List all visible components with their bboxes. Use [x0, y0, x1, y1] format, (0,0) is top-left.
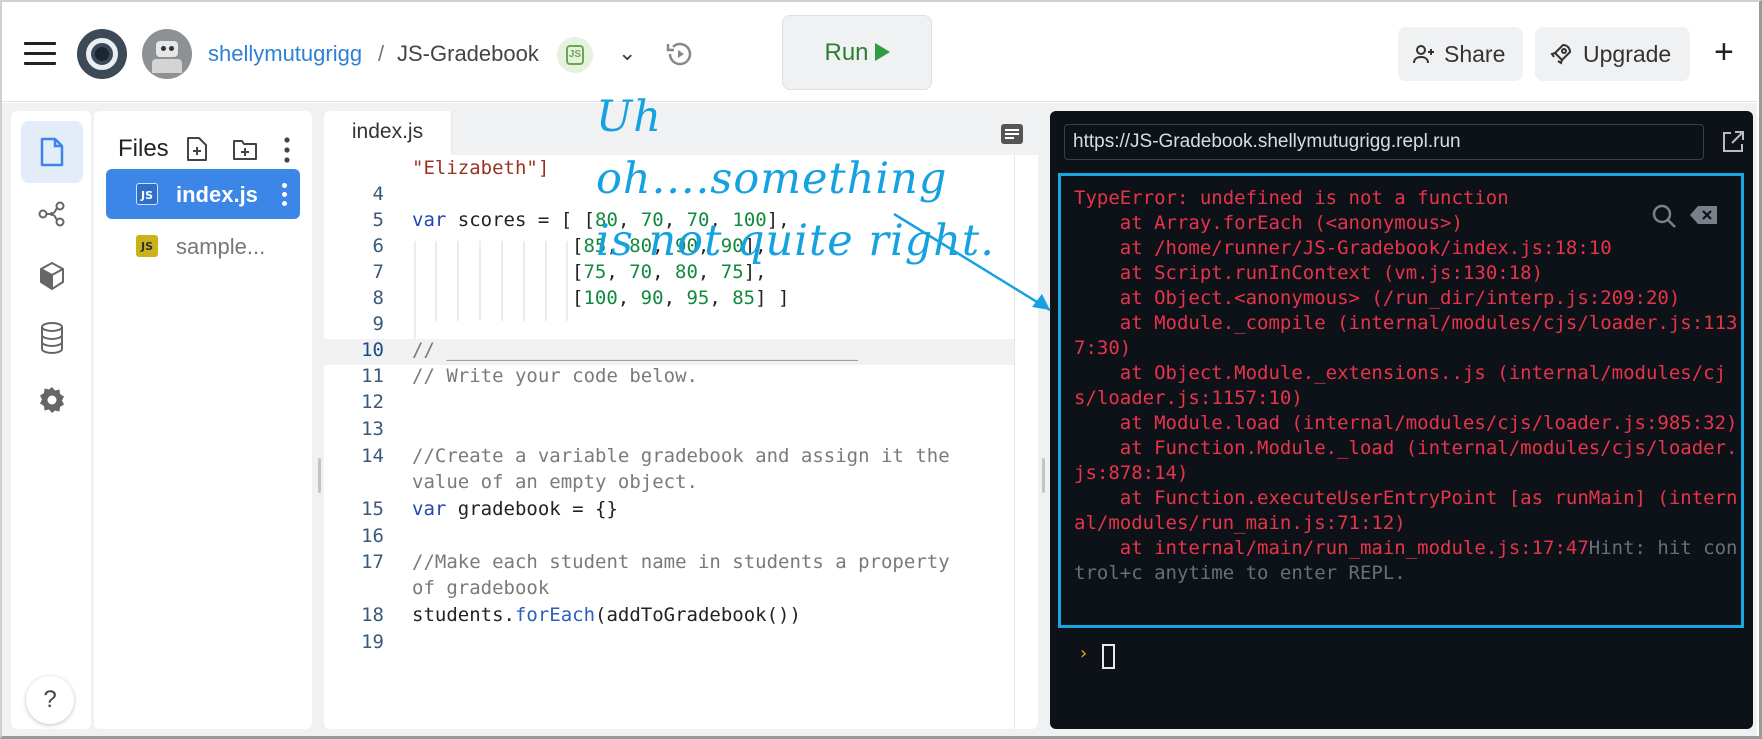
package-icon: [40, 262, 64, 290]
code-line: of gradebook: [412, 577, 550, 599]
new-folder-icon[interactable]: [232, 137, 258, 161]
code-line: 19: [361, 631, 384, 653]
code-line: 12: [361, 391, 384, 413]
console-cursor[interactable]: [1102, 644, 1115, 669]
code-line: 9: [372, 313, 384, 335]
sidebar-item-packages[interactable]: [21, 245, 83, 307]
code-line: 14 //Create a variable gradebook and ass…: [361, 445, 950, 467]
sidebar-item-settings[interactable]: [21, 369, 83, 431]
code-line: 16: [361, 525, 384, 547]
js-file-icon: JS: [136, 235, 158, 257]
settings-icon: [40, 387, 64, 413]
open-in-new-tab-icon[interactable]: [1720, 129, 1746, 155]
code-line: 15 var gradebook = {}: [361, 498, 618, 520]
files-panel: Files JS index.js JS sample...: [94, 111, 312, 729]
prompt-icon: ›: [1078, 643, 1089, 664]
share-button[interactable]: Share: [1398, 27, 1523, 81]
avatar[interactable]: [142, 29, 192, 79]
file-item-sample[interactable]: JS sample...: [106, 221, 300, 271]
clear-console-icon[interactable]: [1689, 204, 1719, 226]
code-line: 18 students.forEach(addToGradebook()): [361, 604, 801, 626]
file-name: sample...: [176, 234, 266, 259]
plus-icon[interactable]: +: [1714, 32, 1734, 72]
more-options-icon[interactable]: [282, 137, 292, 163]
annotation-text: Uh oh....something is not quite right.: [596, 92, 995, 266]
run-button[interactable]: Run: [782, 15, 932, 90]
code-line: value of an empty object.: [412, 471, 698, 493]
share-graph-icon: [38, 201, 65, 227]
breadcrumb-username[interactable]: shellymutugrigg: [208, 41, 362, 67]
code-line: 17 //Make each student name in students …: [361, 551, 950, 573]
activity-bar: ?: [11, 111, 91, 729]
breadcrumb-repl-name[interactable]: JS-Gradebook: [397, 41, 539, 67]
tab-index-js[interactable]: index.js: [324, 111, 452, 155]
history-icon[interactable]: [664, 38, 696, 70]
panel-resize-handle[interactable]: [318, 458, 321, 493]
chevron-down-icon[interactable]: ⌄: [618, 40, 636, 66]
help-button[interactable]: ?: [26, 676, 74, 724]
sidebar-item-share[interactable]: [21, 183, 83, 245]
console-output[interactable]: TypeError: undefined is not a function a…: [1058, 173, 1744, 628]
nodejs-icon[interactable]: JS: [557, 37, 593, 73]
code-line: 8 [100, 90, 95, 85] ]: [372, 287, 790, 309]
play-icon: [874, 43, 890, 62]
code-line: 13: [361, 418, 384, 440]
panel-resize-handle[interactable]: [1042, 458, 1045, 493]
file-item-index-js[interactable]: JS index.js: [106, 169, 300, 219]
replit-logo-icon[interactable]: [77, 29, 127, 79]
error-text: TypeError: undefined is not a function a…: [1074, 187, 1738, 584]
add-user-icon: [1413, 45, 1434, 64]
breadcrumb-separator: /: [378, 41, 385, 66]
search-icon[interactable]: [1651, 203, 1677, 229]
menu-icon[interactable]: [24, 42, 56, 66]
database-icon: [41, 322, 63, 354]
files-icon: [40, 137, 64, 167]
rocket-icon: [1550, 44, 1571, 65]
js-file-icon: JS: [136, 183, 158, 205]
sidebar-item-database[interactable]: [21, 307, 83, 369]
files-title: Files: [118, 135, 169, 162]
code-line: 11 // Write your code below.: [361, 365, 698, 387]
upgrade-button[interactable]: Upgrade: [1535, 27, 1690, 81]
file-name: index.js: [176, 182, 258, 207]
new-file-icon[interactable]: [186, 137, 208, 161]
console-panel: https://JS-Gradebook.shellymutugrigg.rep…: [1050, 111, 1753, 729]
webview-url[interactable]: https://JS-Gradebook.shellymutugrigg.rep…: [1064, 124, 1704, 160]
sidebar-item-files[interactable]: [21, 121, 83, 183]
code-line-current: 10 // __________________________________…: [324, 339, 1014, 365]
file-menu-icon[interactable]: [282, 183, 288, 207]
